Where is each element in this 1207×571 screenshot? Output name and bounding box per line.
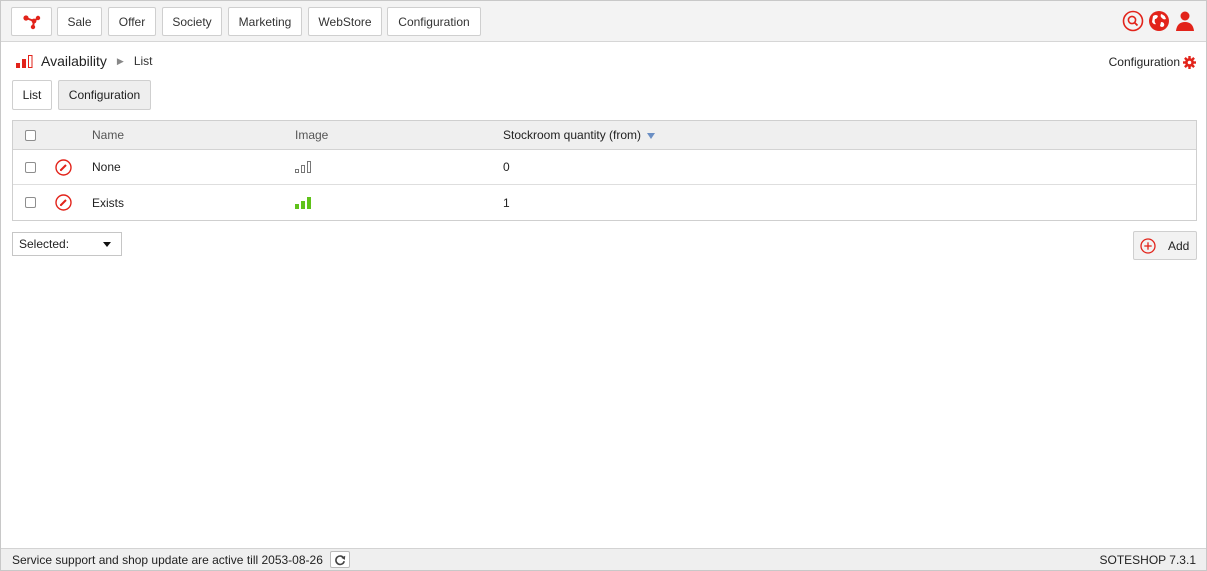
plus-circle-icon: [1140, 237, 1156, 254]
row-edit-cell: [55, 185, 72, 220]
nav-webstore-button[interactable]: WebStore: [308, 7, 382, 36]
row-quantity: 0: [503, 160, 510, 174]
row-checkbox[interactable]: [25, 197, 36, 208]
chevron-down-icon: [103, 242, 111, 247]
app-window: Sale Offer Society Marketing WebStore Co…: [0, 0, 1207, 571]
edit-icon[interactable]: [55, 194, 72, 211]
tab-configuration[interactable]: Configuration: [58, 80, 151, 110]
row-checkbox-cell: [25, 150, 36, 184]
row-checkbox-cell: [25, 185, 36, 220]
support-status-text: Service support and shop update are acti…: [12, 553, 323, 567]
row-name: Exists: [92, 195, 125, 210]
nav-sale-button[interactable]: Sale: [57, 7, 102, 36]
availability-module-icon: [16, 54, 33, 68]
select-all-checkbox[interactable]: [25, 129, 36, 141]
availability-none-icon: [295, 161, 311, 173]
globe-icon[interactable]: [1148, 10, 1170, 32]
table-row: Exists 1: [13, 185, 1196, 220]
status-footer: Service support and shop update are acti…: [1, 548, 1206, 570]
breadcrumb-module[interactable]: Availability: [41, 53, 107, 69]
breadcrumb: Availability ▶ List: [15, 53, 153, 69]
row-edit-cell: [55, 150, 72, 184]
edit-icon[interactable]: [55, 158, 72, 176]
row-image-cell: [295, 150, 313, 184]
user-icon[interactable]: [1174, 10, 1196, 32]
column-header-image: Image: [295, 128, 329, 142]
select-all-cell: [25, 121, 36, 149]
refresh-icon: [335, 554, 346, 565]
add-button-label: Add: [1168, 238, 1190, 253]
sort-desc-icon: [647, 133, 656, 139]
table-row: None 0: [13, 150, 1196, 185]
column-header-quantity-label: Stockroom quantity (from): [503, 128, 642, 142]
row-quantity: 1: [503, 195, 510, 210]
search-icon[interactable]: [1122, 10, 1144, 32]
module-configuration-label: Configuration: [1108, 55, 1180, 69]
top-navigation-bar: Sale Offer Society Marketing WebStore Co…: [1, 1, 1206, 42]
tab-list[interactable]: List: [12, 80, 52, 110]
nav-configuration-button[interactable]: Configuration: [387, 7, 481, 36]
add-button[interactable]: Add: [1133, 231, 1197, 260]
refresh-button[interactable]: [330, 551, 350, 568]
top-right-icons: [1122, 10, 1196, 32]
row-image-cell: [295, 185, 313, 220]
column-header-quantity[interactable]: Stockroom quantity (from): [503, 121, 656, 149]
nav-marketing-button[interactable]: Marketing: [228, 7, 302, 36]
module-configuration-link[interactable]: Configuration: [1109, 55, 1196, 69]
soteshop-logo-icon: [22, 14, 40, 29]
availability-table: Name Image Stockroom quantity (from) Non…: [12, 120, 1197, 221]
availability-exists-icon: [295, 196, 311, 209]
table-header: Name Image Stockroom quantity (from): [13, 121, 1196, 150]
home-logo-button[interactable]: [11, 7, 52, 36]
bulk-action-label: Selected:: [19, 237, 70, 251]
gear-icon: [1183, 55, 1196, 69]
breadcrumb-page: List: [133, 54, 153, 68]
nav-offer-button[interactable]: Offer: [108, 7, 156, 36]
app-version: SOTESHOP 7.3.1: [1099, 553, 1197, 567]
column-header-name[interactable]: Name: [92, 121, 124, 149]
breadcrumb-separator-icon: ▶: [116, 55, 124, 66]
nav-society-button[interactable]: Society: [162, 7, 222, 36]
row-name: None: [92, 160, 121, 174]
bulk-action-select[interactable]: Selected:: [12, 232, 122, 256]
row-checkbox[interactable]: [25, 161, 36, 173]
